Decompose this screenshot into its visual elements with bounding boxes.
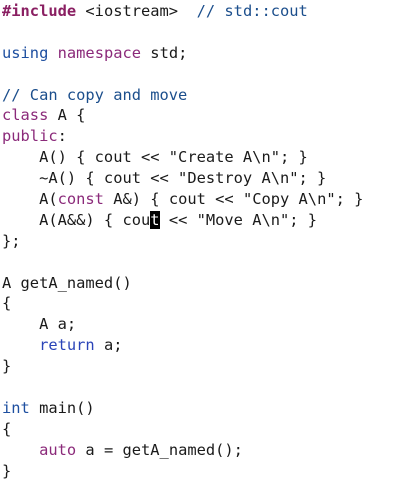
code-line[interactable]: }: [2, 356, 363, 377]
code-token: #include: [2, 2, 77, 20]
code-token: return: [39, 336, 95, 355]
code-token: };: [2, 231, 21, 250]
code-line[interactable]: A() { cout << "Create A\n"; }: [2, 147, 363, 168]
code-token: A(A&&) { cou: [2, 210, 151, 229]
code-token: A {: [48, 106, 86, 125]
code-token: :: [57, 127, 67, 146]
code-token: int: [2, 398, 30, 417]
code-token: A getA_named(): [2, 273, 132, 292]
code-token: {: [2, 294, 12, 313]
code-line[interactable]: }: [2, 461, 363, 482]
text-cursor: t: [150, 210, 160, 229]
code-line[interactable]: A a;: [2, 314, 363, 335]
code-token: // Can copy and move: [2, 85, 188, 104]
code-token: << "Move A\n"; }: [159, 210, 318, 229]
code-token: }: [2, 357, 12, 376]
code-token: A a;: [2, 315, 77, 334]
code-line[interactable]: ​: [2, 252, 363, 273]
code-token: // std::cout: [196, 2, 308, 20]
code-line[interactable]: };: [2, 231, 363, 252]
code-line[interactable]: public:: [2, 126, 363, 147]
code-line[interactable]: int main(): [2, 398, 363, 419]
code-editor[interactable]: #include <iostream> // std::cout​using n…: [0, 0, 417, 484]
code-token: }: [2, 461, 12, 480]
code-token: using: [2, 43, 49, 62]
code-token: {: [2, 419, 12, 438]
code-text-area[interactable]: #include <iostream> // std::cout​using n…: [2, 1, 363, 481]
code-line[interactable]: return a;: [2, 335, 363, 356]
code-line[interactable]: using namespace std;: [2, 43, 363, 64]
code-token: const: [57, 190, 104, 209]
code-token: A() { cout << "Create A\n"; }: [2, 148, 308, 167]
code-token: class: [2, 106, 49, 125]
code-token: A&) { cout << "Copy A\n"; }: [103, 190, 364, 209]
code-token: ~A() { cout << "Destroy A\n"; }: [2, 169, 327, 188]
code-token: A(: [2, 190, 58, 209]
code-line[interactable]: class A {: [2, 105, 363, 126]
code-line[interactable]: // Can copy and move: [2, 85, 363, 106]
code-line[interactable]: A(A&&) { cout << "Move A\n"; }: [2, 210, 363, 231]
code-line[interactable]: A(const A&) { cout << "Copy A\n"; }: [2, 189, 363, 210]
code-line[interactable]: ​: [2, 64, 363, 85]
code-token: a;: [94, 336, 123, 355]
code-line[interactable]: ​: [2, 22, 363, 43]
code-line[interactable]: ~A() { cout << "Destroy A\n"; }: [2, 168, 363, 189]
code-token: public: [2, 127, 58, 146]
code-token: main(): [29, 398, 95, 417]
code-line[interactable]: {: [2, 293, 363, 314]
code-line[interactable]: #include <iostream> // std::cout: [2, 1, 363, 22]
code-line[interactable]: ​: [2, 377, 363, 398]
code-line[interactable]: A getA_named(): [2, 273, 363, 294]
code-line[interactable]: {: [2, 419, 363, 440]
code-token: auto: [39, 440, 77, 459]
code-line[interactable]: auto a = getA_named();: [2, 440, 363, 461]
code-token: namespace: [57, 43, 142, 62]
code-token: a = getA_named();: [76, 440, 243, 459]
code-token: std;: [141, 43, 188, 62]
code-token: <iostream>: [76, 2, 197, 20]
